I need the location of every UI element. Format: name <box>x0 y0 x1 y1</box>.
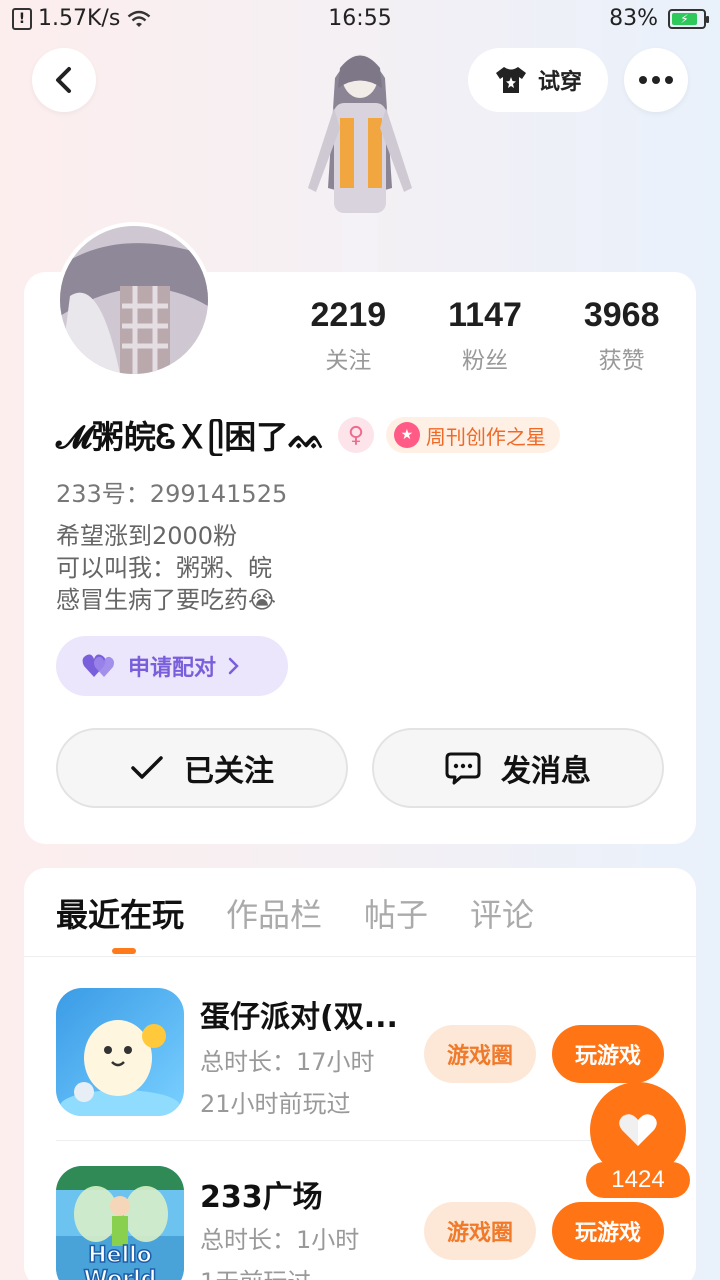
icon-text-world: World <box>84 1267 157 1280</box>
bio-line: 可以叫我：粥粥、皖 <box>56 554 272 582</box>
game-last-played: 1天前玩过 <box>200 1262 311 1280</box>
message-button[interactable]: 发消息 <box>372 728 664 808</box>
chat-bubble-icon <box>445 752 481 785</box>
chevron-right-icon <box>228 657 239 675</box>
game-circle-button[interactable]: 游戏圈 <box>424 1202 536 1260</box>
game-row[interactable]: Hello World 233广场 总时长：1小时 1天前玩过 游戏圈 玩游戏 <box>56 1166 676 1280</box>
pair-request-button[interactable]: 申请配对 <box>56 636 288 696</box>
profile-tabs: 最近在玩 作品栏 帖子 评论 <box>56 890 534 954</box>
like-count: 1424 <box>586 1162 690 1198</box>
eggy-party-icon[interactable] <box>56 988 184 1116</box>
stat-label: 粉丝 <box>462 348 508 374</box>
more-dots-icon <box>639 76 673 84</box>
game-icon-image: Hello World <box>56 1166 184 1280</box>
heart-icon <box>619 1114 657 1146</box>
game-icon-image <box>56 988 184 1116</box>
stat-likes[interactable]: 3968 获赞 <box>553 296 690 375</box>
tryon-label: 试穿 <box>537 70 582 95</box>
check-icon <box>131 756 163 779</box>
status-bar: ! 1.57K/s 16:55 83% ⚡ <box>0 0 720 40</box>
game-last-played: 21小时前玩过 <box>200 1090 351 1118</box>
heart-pair-icon <box>82 654 114 677</box>
name-row: 𝓜粥皖ᏋＸᥫ困了ᨐ ♀ ★ 周刊创作之星 <box>56 412 560 458</box>
stat-value: 2219 <box>310 296 387 334</box>
gender-icon: ♀ <box>337 417 374 453</box>
badge-label: 周刊创作之星 <box>425 424 546 449</box>
hello-world-icon[interactable]: Hello World <box>56 1166 184 1280</box>
message-label: 发消息 <box>501 754 591 789</box>
tab-posts[interactable]: 帖子 <box>364 890 428 936</box>
battery-percent: 83% <box>609 6 658 31</box>
icon-text-hello: Hello <box>88 1243 152 1268</box>
tab-comments[interactable]: 评论 <box>470 890 534 936</box>
bio-line: 希望涨到2000粉 <box>56 522 238 550</box>
back-button[interactable] <box>32 48 96 112</box>
battery-fill: ⚡ <box>672 12 697 25</box>
stat-label: 关注 <box>325 348 372 374</box>
row-divider <box>56 1140 668 1141</box>
game-duration: 总时长：17小时 <box>200 1048 375 1076</box>
nickname: 𝓜粥皖ᏋＸᥫ困了ᨐ <box>56 418 326 456</box>
star-badge-icon: ★ <box>393 422 420 448</box>
bio-line: 感冒生病了要吃药😭 <box>56 586 277 614</box>
more-button[interactable] <box>624 48 688 112</box>
battery-icon: ⚡ <box>668 8 709 29</box>
game-duration: 总时长：1小时 <box>200 1226 360 1254</box>
stat-value: 3968 <box>583 296 660 334</box>
pair-label: 申请配对 <box>128 656 217 681</box>
game-row[interactable]: 蛋仔派对(双... 总时长：17小时 21小时前玩过 游戏圈 玩游戏 <box>56 988 676 1118</box>
tabs-divider <box>24 956 696 957</box>
shirt-icon <box>495 67 526 93</box>
follow-button[interactable]: 已关注 <box>56 728 348 808</box>
back-arrow-icon <box>56 67 71 93</box>
tryon-button[interactable]: 试穿 <box>468 48 608 112</box>
game-title: 蛋仔派对(双... <box>200 1000 398 1035</box>
tab-recently-played[interactable]: 最近在玩 <box>56 890 184 954</box>
creator-badge[interactable]: ★ 周刊创作之星 <box>385 417 560 453</box>
avatar-image <box>60 226 208 374</box>
stat-label: 获赞 <box>598 348 645 374</box>
game-circle-button[interactable]: 游戏圈 <box>424 1025 536 1083</box>
bio: 希望涨到2000粉 可以叫我：粥粥、皖 感冒生病了要吃药😭 <box>56 520 276 616</box>
profile-stats: 2219 关注 1147 粉丝 3968 获赞 <box>280 296 690 375</box>
play-game-button[interactable]: 玩游戏 <box>552 1202 664 1260</box>
user-id: 233号：299141525 <box>56 480 288 508</box>
status-right: 83% ⚡ <box>609 6 709 31</box>
avatar[interactable] <box>56 222 212 378</box>
stat-followers[interactable]: 1147 粉丝 <box>417 296 554 375</box>
game-title: 233广场 <box>200 1180 323 1215</box>
stat-value: 1147 <box>448 296 522 334</box>
play-game-button[interactable]: 玩游戏 <box>552 1025 664 1083</box>
avatar-3d-figure[interactable] <box>290 38 430 273</box>
tab-works[interactable]: 作品栏 <box>226 890 322 936</box>
stat-following[interactable]: 2219 关注 <box>280 296 417 375</box>
follow-label: 已关注 <box>184 754 274 789</box>
